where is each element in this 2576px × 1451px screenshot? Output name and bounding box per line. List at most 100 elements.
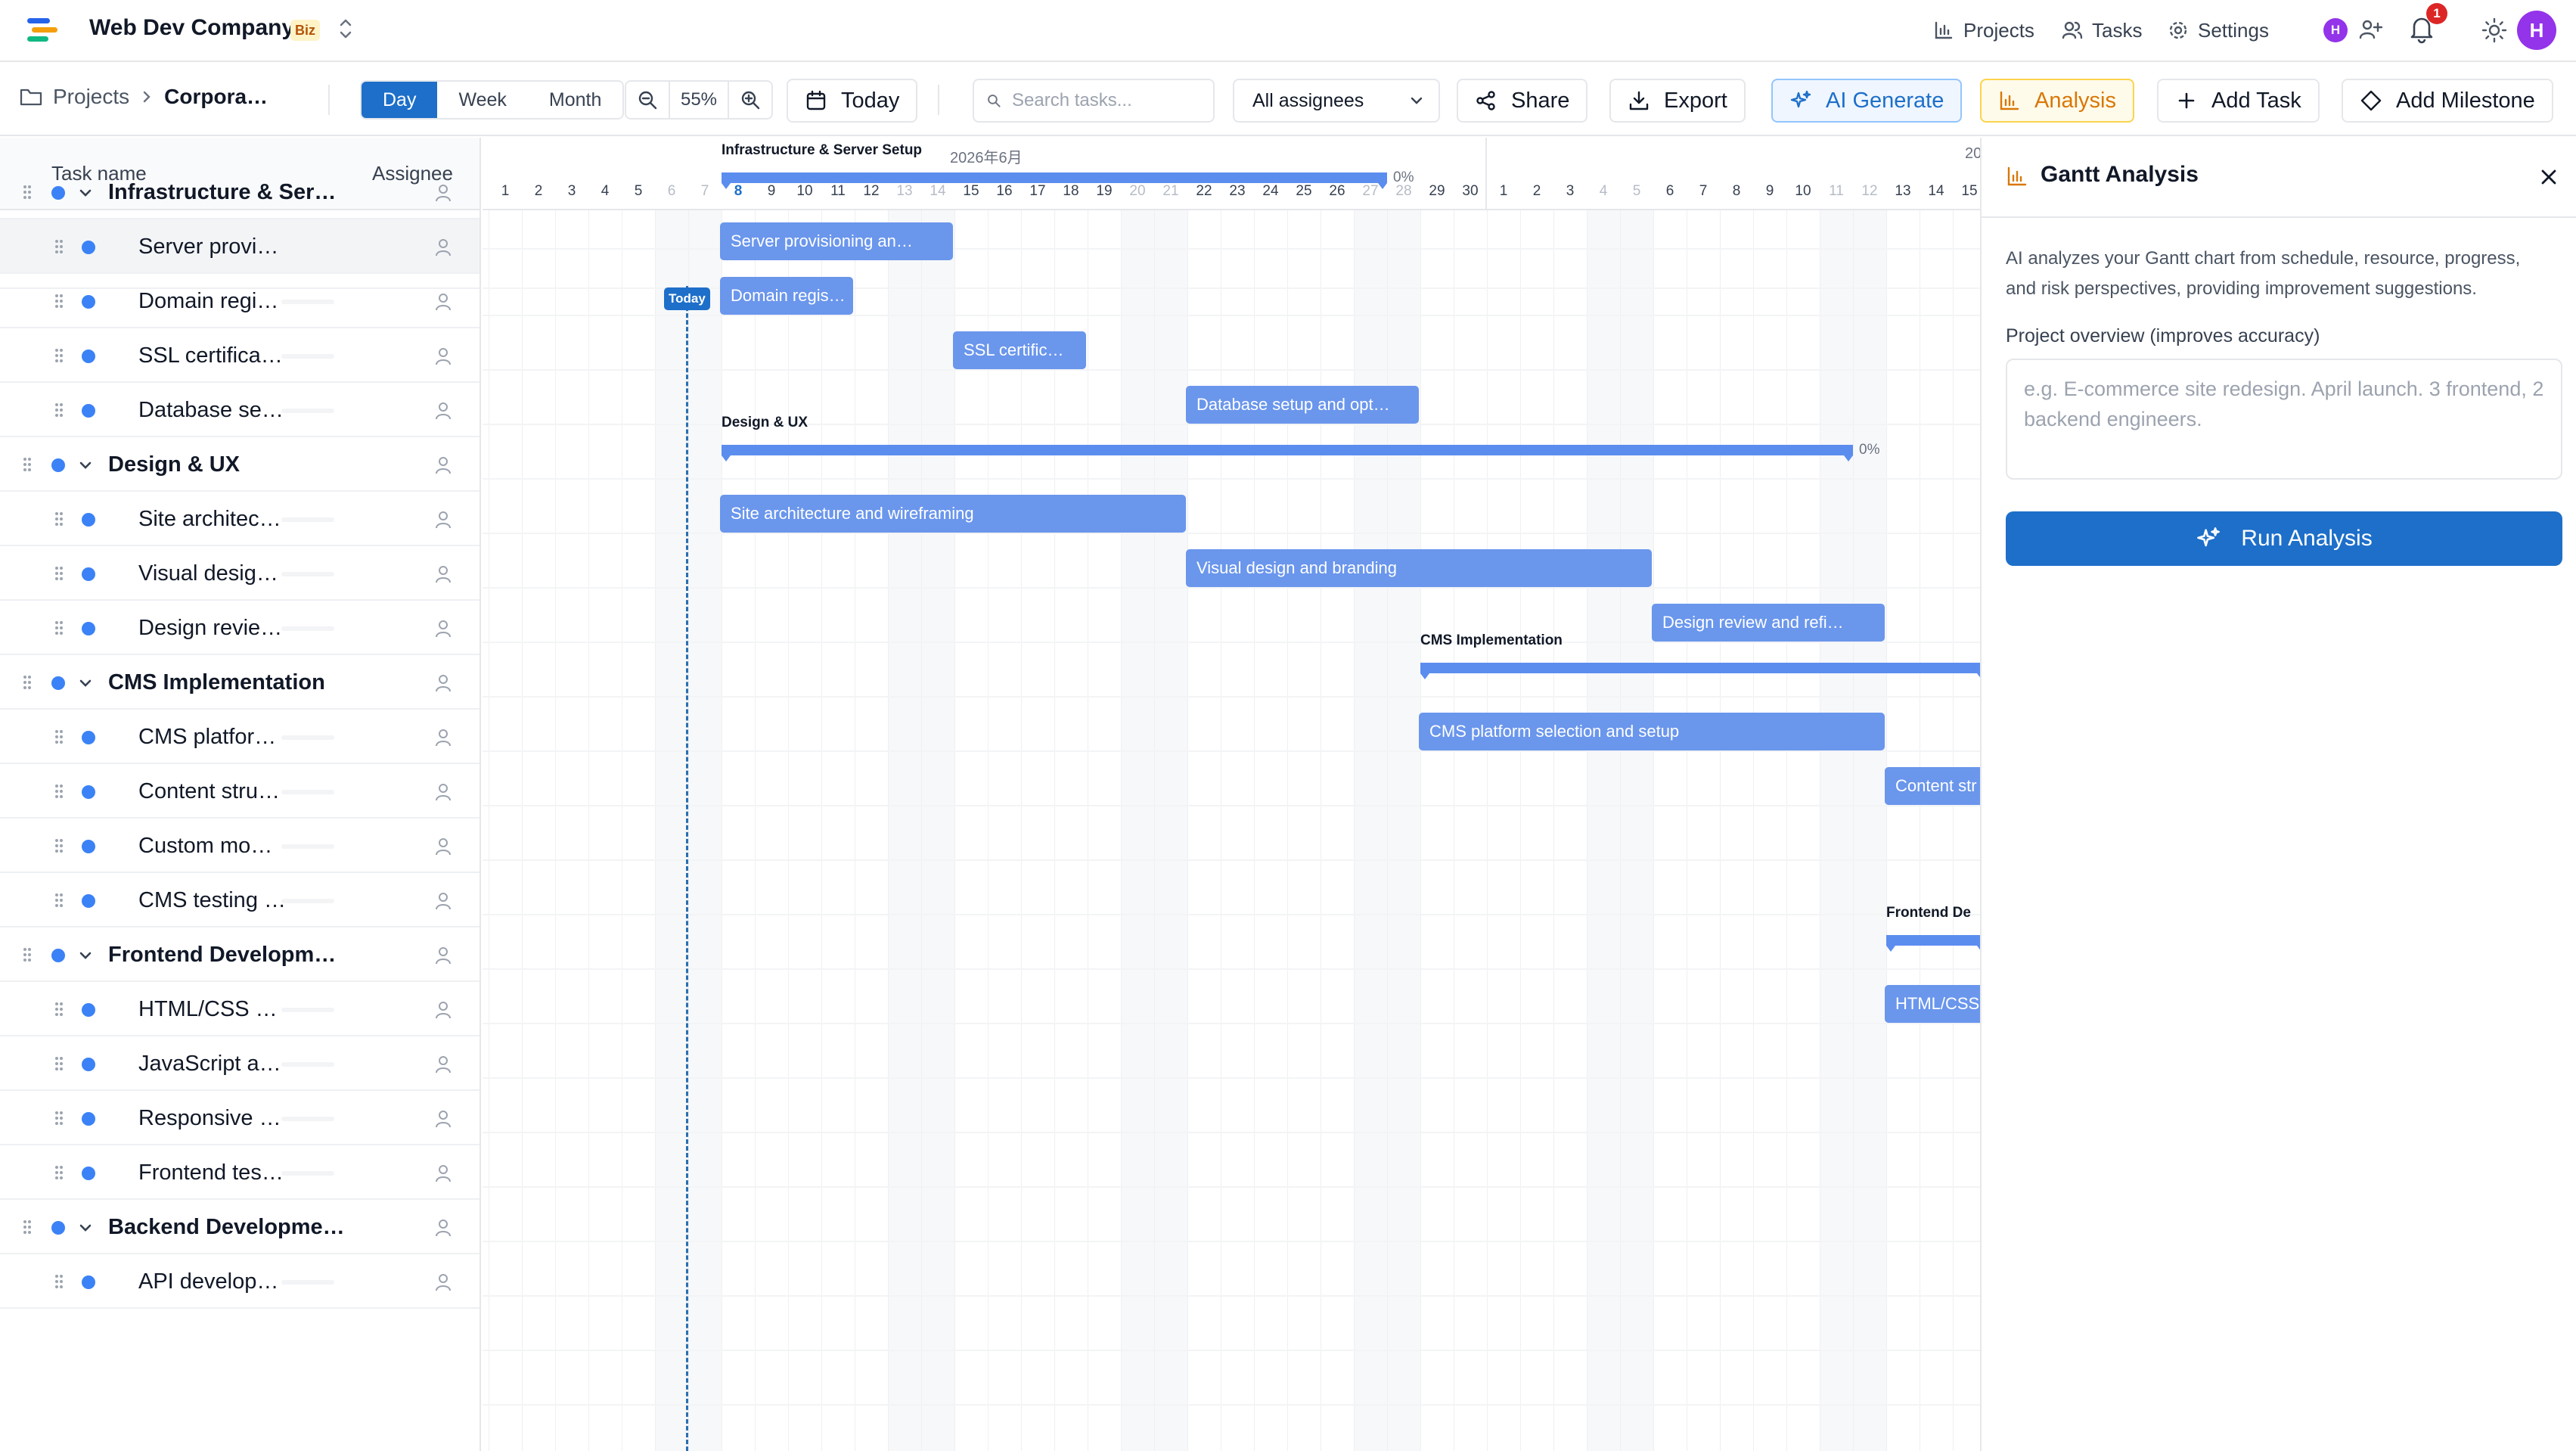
ai-generate-button[interactable]: AI Generate (1771, 79, 1963, 123)
drag-handle-icon[interactable] (54, 1111, 64, 1126)
drag-handle-icon[interactable] (23, 457, 32, 472)
task-row[interactable]: Custom mo… (0, 819, 480, 873)
unassigned-user-icon[interactable] (434, 238, 452, 257)
unassigned-user-icon[interactable] (434, 292, 452, 312)
task-group-row[interactable]: CMS Implementation (0, 655, 480, 710)
task-row[interactable]: Design revie… (0, 601, 480, 655)
task-row[interactable]: Server provi… (0, 219, 480, 274)
task-bar[interactable]: Server provisioning an… (720, 222, 953, 260)
nav-tasks[interactable]: Tasks (2062, 14, 2142, 47)
chevron-down-icon[interactable] (77, 947, 94, 964)
summary-bar[interactable] (722, 445, 1853, 461)
unassigned-user-icon[interactable] (434, 782, 452, 802)
drag-handle-icon[interactable] (54, 1274, 64, 1289)
assignee-filter-select[interactable]: All assignees (1233, 79, 1440, 123)
drag-handle-icon[interactable] (23, 947, 32, 962)
task-bar[interactable]: Design review and refi… (1652, 604, 1885, 642)
nav-projects[interactable]: Projects (1933, 14, 2034, 47)
view-month-button[interactable]: Month (528, 82, 622, 118)
unassigned-user-icon[interactable] (434, 1272, 452, 1292)
add-milestone-button[interactable]: Add Milestone (2342, 79, 2553, 123)
task-row[interactable]: SSL certifica… (0, 328, 480, 383)
task-group-row[interactable]: Frontend Developm… (0, 927, 480, 982)
drag-handle-icon[interactable] (54, 511, 64, 527)
drag-handle-icon[interactable] (54, 620, 64, 635)
drag-handle-icon[interactable] (54, 239, 64, 254)
task-row[interactable]: Content stru… (0, 764, 480, 819)
task-bar[interactable]: Content str (1885, 767, 1980, 805)
breadcrumb-current-project[interactable]: Corpora… (164, 85, 268, 109)
task-row[interactable]: Database se… (0, 383, 480, 437)
chevron-down-icon[interactable] (77, 675, 94, 691)
company-switcher-icon[interactable] (334, 15, 357, 42)
task-row[interactable]: Frontend tes… (0, 1145, 480, 1200)
task-group-row[interactable]: Infrastructure & Ser… (0, 165, 480, 219)
task-group-row[interactable]: Backend Developme… (0, 1200, 480, 1254)
drag-handle-icon[interactable] (54, 348, 64, 363)
task-row[interactable]: CMS testing … (0, 873, 480, 927)
run-analysis-button[interactable]: Run Analysis (2006, 511, 2562, 566)
task-row[interactable]: Visual desig… (0, 546, 480, 601)
analysis-button[interactable]: Analysis (1980, 79, 2134, 123)
task-row[interactable]: Site architec… (0, 492, 480, 546)
search-input[interactable] (1012, 90, 1201, 111)
task-bar[interactable]: HTML/CSS (1885, 985, 1980, 1023)
unassigned-user-icon[interactable] (434, 619, 452, 639)
unassigned-user-icon[interactable] (434, 455, 452, 475)
task-bar[interactable]: SSL certific… (953, 331, 1086, 369)
company-name[interactable]: Web Dev Company (89, 15, 294, 41)
drag-handle-icon[interactable] (54, 1165, 64, 1180)
view-day-button[interactable]: Day (362, 82, 438, 118)
unassigned-user-icon[interactable] (434, 728, 452, 747)
drag-handle-icon[interactable] (23, 1220, 32, 1235)
chevron-down-icon[interactable] (77, 457, 94, 474)
close-icon[interactable] (2538, 166, 2559, 188)
unassigned-user-icon[interactable] (434, 946, 452, 965)
add-task-button[interactable]: Add Task (2157, 79, 2320, 123)
unassigned-user-icon[interactable] (434, 183, 452, 203)
drag-handle-icon[interactable] (54, 784, 64, 799)
drag-handle-icon[interactable] (23, 675, 32, 690)
task-bar[interactable]: CMS platform selection and setup (1419, 713, 1885, 750)
unassigned-user-icon[interactable] (434, 1218, 452, 1238)
view-week-button[interactable]: Week (437, 82, 527, 118)
task-bar[interactable]: Site architecture and wireframing (720, 495, 1186, 533)
export-button[interactable]: Export (1609, 79, 1746, 123)
project-overview-input[interactable] (2006, 359, 2562, 480)
member-avatar[interactable]: H (2323, 18, 2348, 42)
summary-bar[interactable] (722, 172, 1387, 189)
task-row[interactable]: HTML/CSS … (0, 982, 480, 1036)
summary-bar[interactable] (1420, 663, 1980, 679)
task-bar[interactable]: Visual design and branding (1186, 549, 1652, 587)
theme-toggle-sun-icon[interactable] (2481, 17, 2508, 44)
task-row[interactable]: API develop… (0, 1254, 480, 1309)
breadcrumb-projects[interactable]: Projects (53, 85, 129, 109)
chevron-down-icon[interactable] (77, 1220, 94, 1236)
app-logo-icon[interactable] (26, 17, 59, 44)
task-row[interactable]: CMS platfor… (0, 710, 480, 764)
unassigned-user-icon[interactable] (434, 510, 452, 530)
zoom-in-icon[interactable] (729, 82, 771, 118)
drag-handle-icon[interactable] (23, 185, 32, 200)
drag-handle-icon[interactable] (54, 1056, 64, 1071)
task-bar[interactable]: Database setup and opt… (1186, 386, 1419, 424)
unassigned-user-icon[interactable] (434, 837, 452, 856)
task-group-row[interactable]: Design & UX (0, 437, 480, 492)
unassigned-user-icon[interactable] (434, 1055, 452, 1074)
task-bar[interactable]: Domain regis… (720, 277, 853, 315)
drag-handle-icon[interactable] (54, 729, 64, 744)
unassigned-user-icon[interactable] (434, 564, 452, 584)
drag-handle-icon[interactable] (54, 566, 64, 581)
task-row[interactable]: JavaScript a… (0, 1036, 480, 1091)
task-row[interactable]: Domain regi… (0, 274, 480, 328)
unassigned-user-icon[interactable] (434, 346, 452, 366)
drag-handle-icon[interactable] (54, 402, 64, 418)
unassigned-user-icon[interactable] (434, 673, 452, 693)
unassigned-user-icon[interactable] (434, 1000, 452, 1020)
unassigned-user-icon[interactable] (434, 1164, 452, 1183)
user-avatar[interactable]: H (2517, 11, 2556, 50)
nav-settings[interactable]: Settings (2168, 14, 2269, 47)
unassigned-user-icon[interactable] (434, 401, 452, 421)
summary-bar[interactable] (1886, 935, 1980, 952)
add-member-icon[interactable] (2358, 17, 2382, 42)
